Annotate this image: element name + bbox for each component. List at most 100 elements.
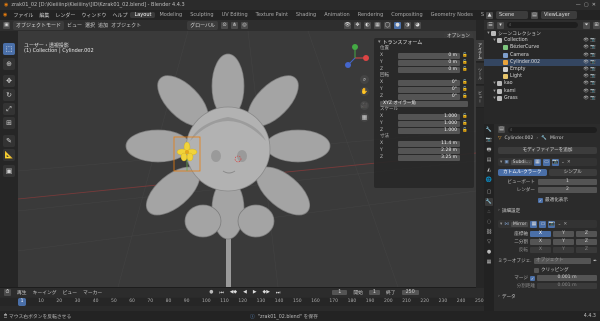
workspace-tab-uv-editing[interactable]: UV Editing [218,12,252,18]
outliner-row[interactable]: Cylinder.002 👁 📷 [484,58,600,66]
menu-window[interactable]: ウィンドウ [78,12,109,19]
transform-orientation-dropdown[interactable]: グローバル [187,21,219,30]
outliner-row[interactable]: Empty 👁 📷 [484,66,600,73]
scene-field[interactable]: Scene [496,11,528,19]
mirror-data-panel[interactable]: › データ [498,294,597,300]
levels-viewport-field[interactable]: 1 [538,179,597,185]
annotate-tool-icon[interactable]: ✎ [3,135,15,147]
output-tab-icon[interactable]: 🖶 [485,146,493,154]
scale-tool-icon[interactable]: ⤢ [3,103,15,115]
rotation-y-field[interactable]: 0° [398,86,460,93]
menu-view[interactable]: ビュー [67,22,82,29]
timeline-ruler[interactable]: 0102030405060708090100110120130140150160… [0,298,484,306]
menu-keying[interactable]: キーイング [33,289,57,296]
outliner-row[interactable]: BézierCurve 👁 📷 [484,44,600,51]
merge-field[interactable]: 0.001 m [537,275,597,281]
workspace-tab-modeling[interactable]: Modeling [155,12,186,18]
object-tab-icon[interactable]: ▢ [485,188,493,196]
dimensions-y-field[interactable]: 2.28 m [398,147,460,154]
bisect-distance-field[interactable]: 0.001 m [537,283,597,289]
workspace-tab-compositing[interactable]: Compositing [387,12,426,18]
mirror-name-field[interactable]: Mirror [510,221,529,227]
visibility-toggle-icon[interactable]: 👁 📷 [583,38,596,43]
axis-z-toggle[interactable]: Z [576,231,597,237]
render-tab-icon[interactable]: 📷 [485,136,493,144]
shading-solid-icon[interactable]: ● [394,22,402,29]
pan-hand-icon[interactable]: ✋ [360,87,369,96]
close-modifier-icon[interactable]: ✕ [567,160,571,165]
properties-search-input[interactable]: ⌕ [508,126,597,133]
jump-start-icon[interactable]: ⏮ [219,290,223,296]
transform-tool-icon[interactable]: ⊞ [3,117,15,129]
viewport-toggle-icon[interactable]: ▭ [542,158,550,166]
rotation-x-field[interactable]: 0° [398,79,460,86]
sidebar-tab-item[interactable]: アイテム [476,40,484,62]
outliner-row[interactable]: ▾ kao 👁 📷 [484,80,600,87]
current-frame-field[interactable]: 1 [332,290,348,295]
axis-x-toggle[interactable]: X [530,231,551,237]
overlay-icon[interactable]: ◐ [364,22,372,29]
modifier-tab-icon[interactable]: 🔧 [485,198,493,206]
workspace-tab-animation[interactable]: Animation [320,12,354,18]
axis-y-toggle[interactable]: Y [553,231,574,237]
location-x-field[interactable]: 0 m [398,52,460,59]
menu-help[interactable]: ヘルプ [109,12,130,19]
shading-material-icon[interactable]: ◑ [404,22,412,29]
viewport-toggle-icon[interactable]: ▭ [539,220,547,228]
lock-icon[interactable]: 🔓 [462,53,468,58]
jump-end-icon[interactable]: ⏭ [276,290,280,296]
navigation-gizmo[interactable] [340,43,370,73]
transform-panel-header[interactable]: ▾ トランスフォーム [374,38,474,46]
menu-edit[interactable]: 編集 [36,12,52,19]
merge-checkbox[interactable]: ✓ [530,275,535,281]
rotate-tool-icon[interactable]: ↻ [3,89,15,101]
dropdown-chevron-icon[interactable]: ⌄ [557,222,561,227]
sidebar-tab-tool[interactable]: ツール [476,63,484,85]
outliner-row[interactable]: ▾ Collection 👁 📷 [484,37,600,44]
workspace-tab-texture-paint[interactable]: Texture Paint [252,12,292,18]
catmull-clark-button[interactable]: カトムル-クラーク [498,169,547,176]
render-toggle-icon[interactable]: 📷 [548,220,556,228]
snap-icon[interactable]: ⋔ [231,22,239,29]
material-tab-icon[interactable]: ● [485,248,493,256]
outliner-editor-icon[interactable]: ☰ [487,21,494,29]
scene-tab-icon[interactable]: ◭ [485,166,493,174]
clipping-checkbox[interactable] [534,267,539,273]
playhead[interactable]: 1 [18,298,26,306]
timeline-editor-icon[interactable]: ⏱ [4,289,11,296]
visibility-toggle-icon[interactable]: 👁 📷 [583,67,596,72]
flip-x-toggle[interactable]: X [530,247,551,253]
view-layer-tab-icon[interactable]: ▤ [485,156,493,164]
world-tab-icon[interactable]: 🌐 [485,176,493,184]
outliner-row[interactable]: Light 👁 📷 [484,73,600,80]
shading-wireframe-icon[interactable]: ◯ [384,22,392,29]
outliner-row[interactable]: ▾ シーンコレクション [484,30,600,37]
xray-icon[interactable]: ▦ [374,22,382,29]
select-box-tool-icon[interactable]: ⬚ [3,43,15,55]
flip-y-toggle[interactable]: Y [553,247,574,253]
visibility-icon[interactable]: 👁 [344,22,352,29]
play-icon[interactable]: ▶ [253,290,257,295]
pivot-icon[interactable]: ⊙ [221,22,229,29]
outliner-search-input[interactable]: ⌕ [507,22,578,28]
visibility-toggle-icon[interactable]: 👁 📷 [583,96,596,101]
render-toggle-icon[interactable]: 📷 [551,158,559,166]
dropdown-chevron-icon[interactable]: ⌄ [561,160,565,165]
bisect-x-toggle[interactable]: X [530,239,551,245]
scale-z-field[interactable]: 1.000 [398,127,460,134]
start-frame-field[interactable]: 1 [368,290,380,295]
properties-editor-icon[interactable]: ▤ [498,126,505,133]
move-tool-icon[interactable]: ✥ [3,75,15,87]
rotation-mode-dropdown[interactable]: XYZ オイラー角 [380,100,468,107]
outliner-display-mode-icon[interactable]: ▾ [497,21,504,29]
window-controls[interactable]: — ▢ ✕ [576,2,596,8]
collapse-chevron-icon[interactable]: ▾ [500,222,502,227]
flip-z-toggle[interactable]: Z [576,247,597,253]
menu-marker[interactable]: マーカー [83,289,102,296]
subsurf-name-field[interactable]: Subdi... [510,159,532,165]
camera-view-icon[interactable]: 🎥 [360,101,369,110]
end-frame-field[interactable]: 250 [401,290,419,295]
editor-type-icon[interactable]: ▣ [3,22,10,29]
record-icon[interactable]: ● [209,290,213,295]
scale-x-field[interactable]: 1.000 [398,113,460,120]
